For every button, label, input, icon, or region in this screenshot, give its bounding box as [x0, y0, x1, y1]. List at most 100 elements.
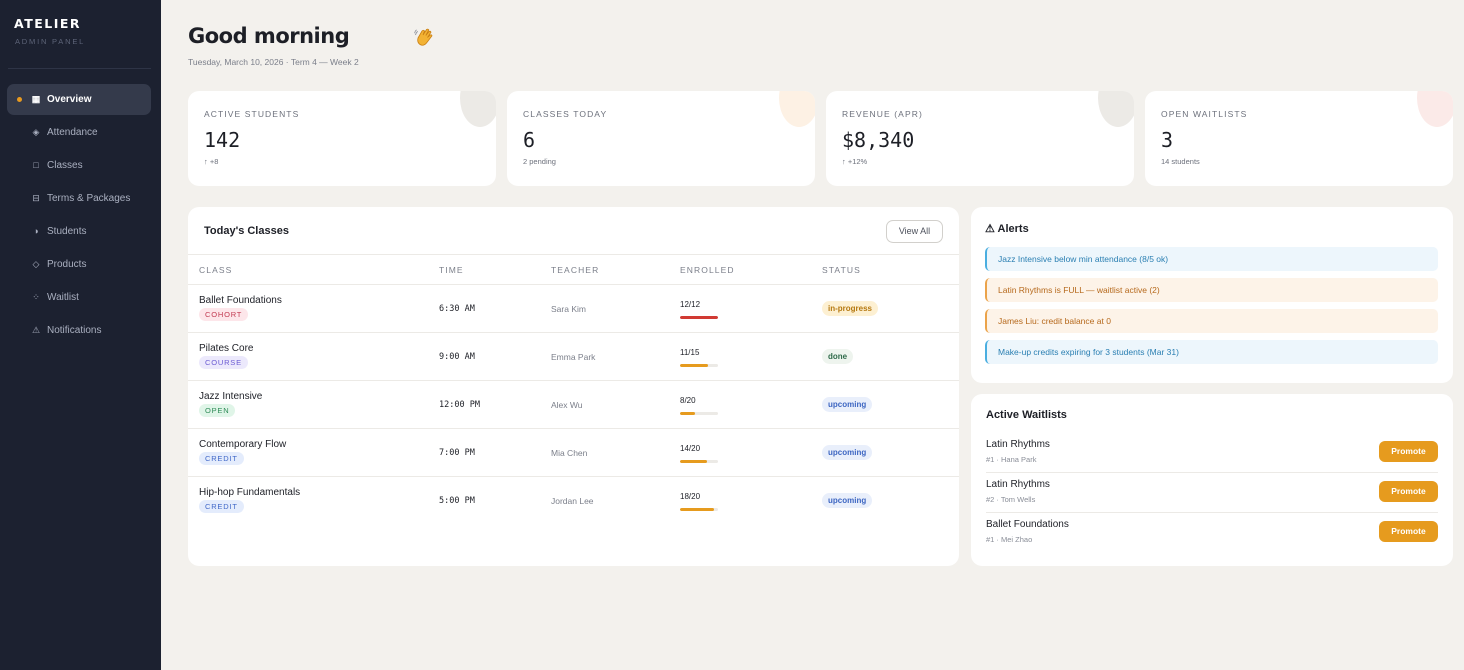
alerts-title: ⚠ Alerts [985, 223, 1029, 235]
column-header-status: STATUS [822, 265, 861, 275]
class-teacher: Mia Chen [551, 448, 588, 458]
class-time: 9:00 AM [439, 352, 475, 362]
warning-icon: ⚠ [31, 325, 41, 335]
waitlist-position: #1 · Mei Zhao [986, 535, 1033, 544]
sidebar-item-label: Waitlist [47, 292, 79, 303]
sidebar-item-notifications[interactable]: ⚠ Notifications [7, 315, 151, 346]
stat-value: 6 [523, 128, 536, 152]
classes-panel-title: Today's Classes [204, 225, 289, 237]
grid-icon: ▦ [31, 94, 41, 104]
view-all-button[interactable]: View All [886, 220, 943, 243]
waitlist-item: Ballet Foundations #1 · Mei Zhao Promote [986, 513, 1438, 553]
stat-label: OPEN WAITLISTS [1161, 109, 1248, 119]
sidebar-item-label: Overview [47, 94, 92, 105]
class-teacher: Jordan Lee [551, 496, 594, 506]
sidebar-item-label: Notifications [47, 325, 102, 336]
diamond-icon: ◈ [32, 127, 40, 137]
enrollment-progress-bar [680, 460, 718, 463]
sidebar-item-overview[interactable]: ▦ Overview [7, 84, 151, 115]
class-name: Contemporary Flow [199, 439, 287, 450]
stat-label: ACTIVE STUDENTS [204, 109, 300, 119]
enrollment-progress-fill [680, 412, 696, 415]
sidebar-item-products[interactable]: ◇ Products [7, 249, 151, 280]
promote-button[interactable]: Promote [1379, 441, 1438, 462]
sidebar-item-label: Terms & Packages [47, 193, 131, 204]
enrolled-count: 11/15 [680, 348, 700, 357]
waitlist-position: #2 · Tom Wells [986, 495, 1036, 504]
half-circle-icon: ◑ [33, 226, 39, 236]
enrollment-progress-bar [680, 508, 718, 511]
stat-value: $8,340 [842, 128, 915, 152]
enrolled-count: 14/20 [680, 444, 701, 453]
table-row[interactable]: Hip-hop Fundamentals CREDIT 5:00 PM Jordan … [188, 477, 959, 525]
decorative-circle [779, 91, 815, 127]
active-waitlists-panel: Active Waitlists Latin Rhythms #1 · Hana … [971, 394, 1453, 566]
column-header-enrolled: ENROLLED [680, 265, 735, 275]
sidebar-item-students[interactable]: ◑ Students [7, 216, 151, 247]
sidebar-item-label: Classes [47, 160, 83, 171]
stat-subtext: 14 students [1161, 157, 1200, 166]
class-name: Ballet Foundations [199, 295, 282, 306]
decorative-circle [1417, 91, 1453, 127]
class-type-badge: OPEN [199, 404, 236, 417]
waitlist-position: #1 · Hana Park [986, 455, 1037, 464]
promote-button[interactable]: Promote [1379, 481, 1438, 502]
brand-logo: ATELIER [14, 16, 82, 31]
sidebar-item-label: Attendance [47, 127, 98, 138]
sidebar-item-classes[interactable]: □ Classes [7, 150, 151, 181]
enrollment-progress-fill [680, 508, 715, 511]
enrollment-progress-fill [680, 460, 707, 463]
brand-subtitle: ADMIN PANEL [15, 37, 86, 46]
square-icon: □ [33, 160, 39, 170]
active-indicator-dot [17, 97, 22, 102]
sidebar-item-label: Students [47, 226, 87, 237]
alerts-panel: ⚠ Alerts Jazz Intensive below min attend… [971, 207, 1453, 383]
table-row[interactable]: Ballet Foundations COHORT 6:30 AM Sara Kim 1… [188, 285, 959, 333]
table-row[interactable]: Jazz Intensive OPEN 12:00 PM Alex Wu 8/20 upc… [188, 381, 959, 429]
waving-hand-icon [414, 28, 433, 46]
status-badge: upcoming [822, 445, 873, 460]
stat-value: 142 [204, 128, 241, 152]
waitlist-class-name: Latin Rhythms [986, 439, 1050, 450]
enrollment-progress-bar [680, 412, 718, 415]
sidebar-item-label: Products [47, 259, 87, 270]
alert-item[interactable]: Make-up credits expiring for 3 students … [985, 340, 1438, 364]
decorative-circle [460, 91, 496, 127]
table-row[interactable]: Contemporary Flow CREDIT 7:00 PM Mia Chen 14… [188, 429, 959, 477]
enrollment-progress-bar [680, 364, 718, 367]
page-title: Good morning [188, 24, 350, 48]
promote-button[interactable]: Promote [1379, 521, 1438, 542]
sidebar-item-terms-packages[interactable]: ⊟ Terms & Packages [7, 183, 151, 214]
table-row[interactable]: Pilates Core COURSE 9:00 AM Emma Park 11/15 d… [188, 333, 959, 381]
stat-card-classes-today: CLASSES TODAY 6 2 pending [507, 91, 815, 186]
enrolled-count: 12/12 [680, 300, 701, 309]
class-type-badge: CREDIT [199, 452, 244, 465]
sidebar-nav: ▦ Overview ◈ Attendance □ Classes ⊟ Terms & Pac… [7, 84, 151, 348]
class-name: Hip-hop Fundamentals [199, 487, 301, 498]
waitlists-title: Active Waitlists [986, 409, 1067, 421]
stat-card-revenue-apr: REVENUE (APR) $8,340 ↑ +12% [826, 91, 1134, 186]
stat-label: CLASSES TODAY [523, 109, 608, 119]
class-time: 5:00 PM [439, 496, 475, 506]
class-name: Jazz Intensive [199, 391, 263, 402]
alert-item[interactable]: Jazz Intensive below min attendance (8/5… [985, 247, 1438, 271]
stat-value: 3 [1161, 128, 1174, 152]
status-badge: in-progress [822, 301, 879, 316]
class-name: Pilates Core [199, 343, 254, 354]
waitlist-class-name: Ballet Foundations [986, 519, 1069, 530]
stat-card-open-waitlists: OPEN WAITLISTS 3 14 students [1145, 91, 1453, 186]
class-time: 7:00 PM [439, 448, 475, 458]
sidebar-divider [8, 68, 151, 69]
date-subtitle: Tuesday, March 10, 2026 · Term 4 — Week … [188, 57, 359, 67]
sidebar-item-attendance[interactable]: ◈ Attendance [7, 117, 151, 148]
stat-subtext: ↑ +8 [204, 157, 219, 166]
waitlist-item: Latin Rhythms #2 · Tom Wells Promote [986, 473, 1438, 513]
enrollment-progress-fill [680, 316, 718, 319]
sidebar-item-waitlist[interactable]: ⁘ Waitlist [7, 282, 151, 313]
alert-item[interactable]: James Liu: credit balance at 0 [985, 309, 1438, 333]
stat-card-active-students: ACTIVE STUDENTS 142 ↑ +8 [188, 91, 496, 186]
enrolled-count: 18/20 [680, 492, 701, 501]
column-header-time: TIME [439, 265, 464, 275]
alert-item[interactable]: Latin Rhythms is FULL — waitlist active … [985, 278, 1438, 302]
column-header-class: CLASS [199, 265, 233, 275]
